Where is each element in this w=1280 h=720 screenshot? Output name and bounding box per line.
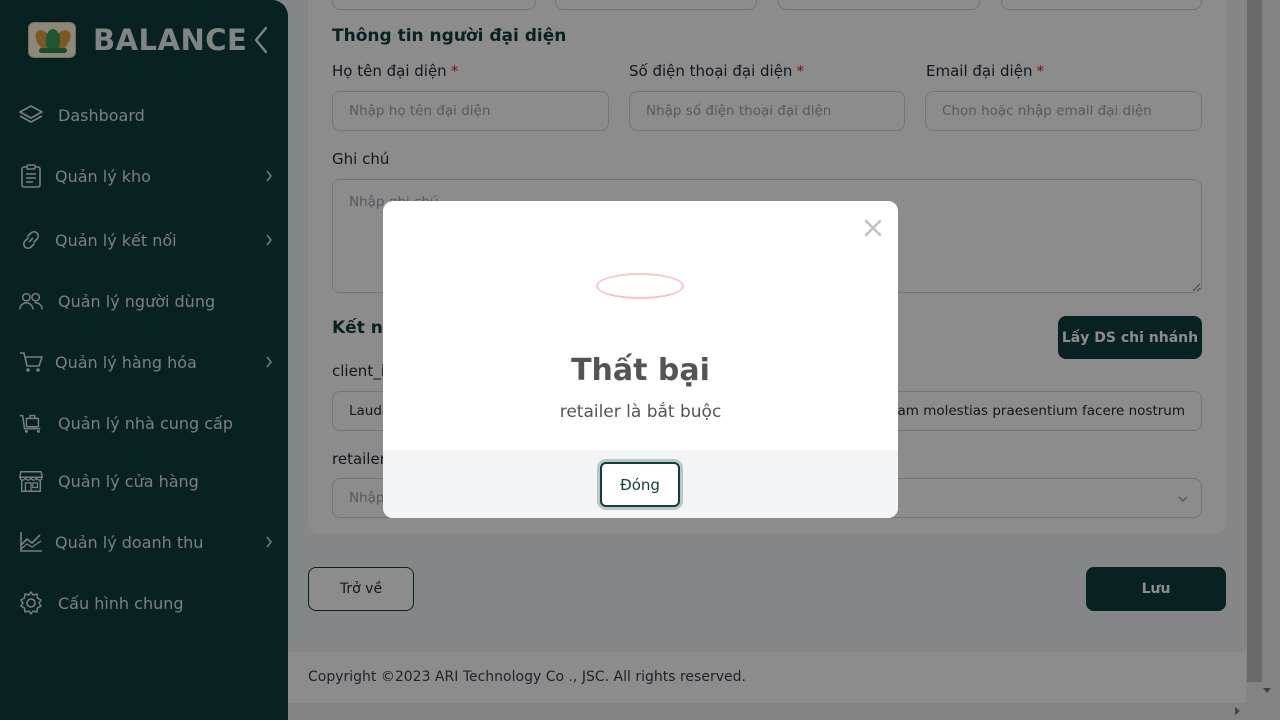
close-icon[interactable]	[861, 216, 885, 240]
dialog-close-button[interactable]: Đóng	[600, 462, 680, 507]
dialog-actions: Đóng	[383, 450, 898, 518]
error-dialog: Thất bại retailer là bắt buộc Đóng	[383, 201, 898, 518]
dialog-message: retailer là bắt buộc	[559, 402, 722, 422]
dialog-title: Thất bại	[571, 353, 710, 388]
error-icon	[596, 273, 684, 299]
